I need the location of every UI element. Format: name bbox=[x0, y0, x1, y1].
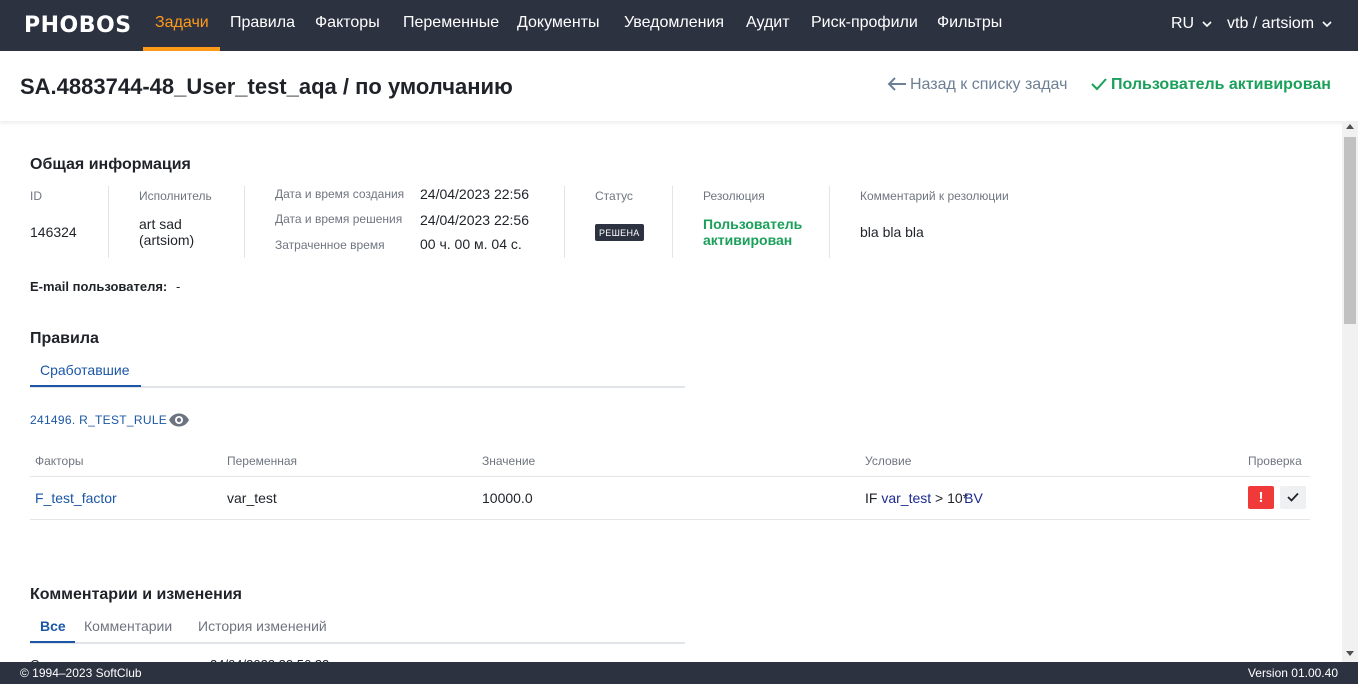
executor-label: Исполнитель bbox=[139, 189, 212, 203]
id-value: 146324 bbox=[30, 224, 77, 240]
rules-title: Правила bbox=[30, 330, 99, 347]
nav-item-audit[interactable]: Аудит bbox=[746, 14, 790, 32]
version: Version 01.00.40 bbox=[1247, 666, 1338, 680]
activation-status: Пользователь активирован bbox=[1090, 76, 1331, 94]
chevron-down-icon bbox=[1201, 21, 1212, 27]
resolution-comment-label: Комментарий к резолюции bbox=[860, 189, 1009, 203]
copyright: © 1994–2023 SoftClub bbox=[20, 666, 142, 680]
column-header-factors: Факторы bbox=[35, 454, 84, 468]
solved-value: 24/04/2023 22:56 bbox=[420, 212, 529, 228]
top-navigation: PHOBOS Задачи Правила Факторы Переменные… bbox=[0, 0, 1358, 51]
condition-variable: var_test bbox=[881, 490, 932, 506]
back-to-tasks-link[interactable]: Назад к списку задач bbox=[887, 76, 1067, 94]
active-tab-underline bbox=[30, 385, 141, 387]
confirm-check-button[interactable] bbox=[1280, 486, 1306, 509]
tab-comments[interactable]: Комментарии bbox=[84, 618, 172, 634]
divider bbox=[829, 186, 830, 258]
condition-bv: BV bbox=[964, 490, 983, 506]
scroll-up-arrow-icon[interactable] bbox=[1346, 124, 1354, 129]
executor-name: art sad bbox=[139, 216, 182, 232]
divider bbox=[672, 186, 673, 258]
email-label: E-mail пользователя: bbox=[30, 279, 168, 294]
status-label: Статус bbox=[595, 189, 633, 203]
tab-all[interactable]: Все bbox=[40, 618, 66, 634]
nav-item-notifications[interactable]: Уведомления bbox=[624, 14, 724, 32]
executor-login: (artsiom) bbox=[139, 232, 195, 248]
nav-item-filters[interactable]: Фильтры bbox=[937, 14, 1002, 32]
resolution-line-2: активирован bbox=[703, 232, 793, 248]
rule-link[interactable]: 241496. R_TEST_RULE bbox=[30, 413, 167, 427]
nav-item-risk-profiles[interactable]: Риск-профили bbox=[811, 14, 918, 32]
table-divider bbox=[30, 476, 1310, 477]
variable-cell: var_test bbox=[227, 490, 277, 506]
table-row-divider bbox=[30, 519, 1310, 520]
chevron-down-icon bbox=[1322, 21, 1332, 27]
column-header-variable: Переменная bbox=[227, 454, 297, 468]
factor-link[interactable]: F_test_factor bbox=[35, 490, 117, 506]
divider bbox=[564, 186, 565, 258]
resolution-line-1: Пользователь bbox=[703, 216, 803, 232]
language-label: RU bbox=[1171, 15, 1195, 32]
solved-label: Дата и время решения bbox=[275, 212, 403, 226]
app-logo[interactable]: PHOBOS bbox=[24, 13, 132, 38]
page-title: SA.4883744-48_User_test_aqa / по умолчан… bbox=[20, 74, 513, 99]
column-header-condition: Условие bbox=[865, 454, 912, 468]
tab-triggered-rules[interactable]: Сработавшие bbox=[40, 362, 130, 378]
alert-button[interactable]: ! bbox=[1248, 486, 1274, 509]
resolution-comment-value: bla bla bla bbox=[860, 224, 924, 240]
nav-item-rules[interactable]: Правила bbox=[230, 14, 295, 32]
arrow-left-icon bbox=[887, 77, 906, 91]
page-header: SA.4883744-48_User_test_aqa / по умолчан… bbox=[0, 51, 1358, 121]
resolution-value: Пользователь активирован bbox=[703, 216, 802, 248]
spent-time-label: Затраченное время bbox=[275, 238, 385, 252]
checkmark-icon bbox=[1091, 78, 1107, 91]
divider bbox=[108, 186, 109, 258]
nav-item-factors[interactable]: Факторы bbox=[315, 14, 380, 32]
user-name: vtb / artsiom bbox=[1227, 15, 1315, 32]
scroll-down-arrow-icon[interactable] bbox=[1346, 651, 1354, 656]
nav-item-tasks[interactable]: Задачи bbox=[155, 14, 209, 32]
resolution-label: Резолюция bbox=[703, 189, 765, 203]
language-selector[interactable]: RU bbox=[1171, 15, 1212, 33]
email-value: - bbox=[176, 279, 181, 294]
tab-change-history[interactable]: История изменений bbox=[198, 618, 327, 634]
footer: © 1994–2023 SoftClub Version 01.00.40 bbox=[0, 662, 1358, 684]
spent-time-value: 00 ч. 00 м. 04 с. bbox=[420, 236, 522, 252]
tabs-divider bbox=[30, 642, 685, 644]
activation-status-label: Пользователь активирован bbox=[1111, 76, 1331, 93]
created-label: Дата и время создания bbox=[275, 187, 405, 201]
comments-title: Комментарии и изменения bbox=[30, 586, 242, 603]
user-menu[interactable]: vtb / artsiom bbox=[1227, 15, 1332, 33]
active-tab-underline bbox=[30, 641, 75, 643]
eye-icon[interactable] bbox=[168, 412, 190, 428]
condition-cell: IF var_test > 10*BV bbox=[865, 490, 983, 506]
column-header-check: Проверка bbox=[1248, 454, 1302, 468]
general-info-title: Общая информация bbox=[30, 156, 191, 173]
condition-if: IF bbox=[865, 490, 878, 506]
nav-item-documents[interactable]: Документы bbox=[517, 14, 599, 32]
divider bbox=[244, 186, 245, 258]
created-value: 24/04/2023 22:56 bbox=[420, 186, 529, 202]
id-label: ID bbox=[30, 189, 42, 203]
value-cell: 10000.0 bbox=[482, 490, 533, 506]
status-badge: РЕШЕНА bbox=[595, 224, 644, 241]
scrollbar-thumb[interactable] bbox=[1344, 137, 1356, 324]
column-header-value: Значение bbox=[482, 454, 536, 468]
back-link-label: Назад к списку задач bbox=[910, 76, 1068, 93]
checkmark-icon bbox=[1287, 492, 1299, 502]
nav-item-variables[interactable]: Переменные bbox=[403, 14, 499, 32]
